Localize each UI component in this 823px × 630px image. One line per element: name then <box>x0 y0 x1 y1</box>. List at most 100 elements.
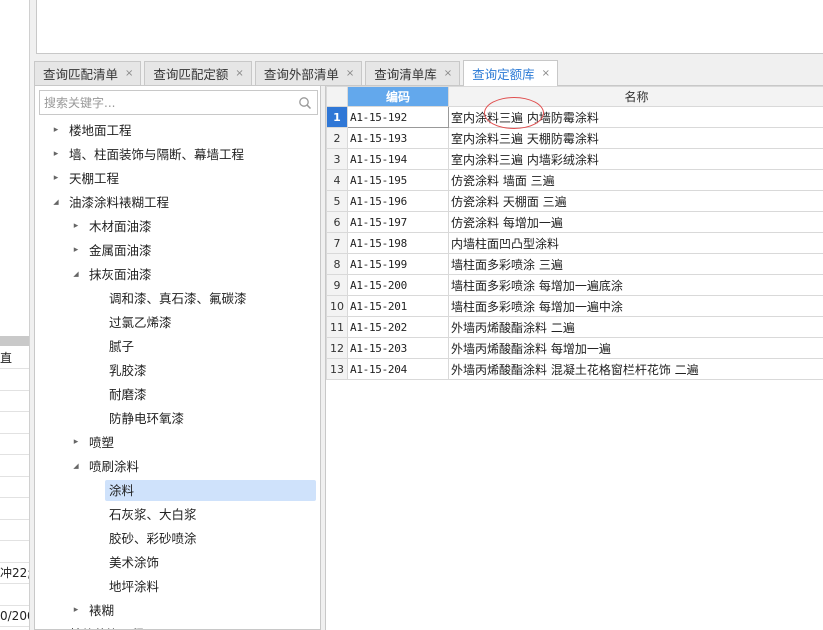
column-header-name[interactable]: 名称 <box>448 86 823 107</box>
chevron-right-icon[interactable]: ▸ <box>71 605 81 615</box>
cell-name[interactable]: 室内涂料三遍 内墙彩绒涂料 <box>448 148 823 170</box>
tree-node[interactable]: ▸石灰浆、大白浆 <box>35 502 320 526</box>
tree-node[interactable]: ▸防静电环氧漆 <box>35 406 320 430</box>
tree-node-label: 地坪涂料 <box>109 578 160 594</box>
cell-name[interactable]: 室内涂料三遍 天棚防霉涂料 <box>448 127 823 149</box>
search-icon[interactable] <box>298 96 312 110</box>
tab-1[interactable]: 查询匹配清单 × <box>34 61 142 85</box>
tree-node[interactable]: ◢ 抹灰面油漆 <box>35 262 320 286</box>
tree-node[interactable]: ▸腻子 <box>35 334 320 358</box>
column-header-code[interactable]: 编码 <box>347 86 449 107</box>
cell-name[interactable]: 墙柱面多彩喷涂 每增加一遍底涂 <box>448 274 823 296</box>
row-number: 2 <box>326 127 348 149</box>
tree-node[interactable]: ▸美术涂饰 <box>35 550 320 574</box>
cell-code[interactable]: A1-15-204 <box>347 358 449 380</box>
table-row[interactable]: 6 A1-15-197 仿瓷涂料 每增加一遍 <box>326 211 823 233</box>
cell-code[interactable]: A1-15-199 <box>347 253 449 275</box>
chevron-down-icon[interactable]: ◢ <box>51 197 61 207</box>
row-number: 8 <box>326 253 348 275</box>
cell-code[interactable]: A1-15-200 <box>347 274 449 296</box>
tree-node[interactable]: ▸地坪涂料 <box>35 574 320 598</box>
cell-name[interactable]: 内墙柱面凹凸型涂料 <box>448 232 823 254</box>
table-row[interactable]: 8 A1-15-199 墙柱面多彩喷涂 三遍 <box>326 253 823 275</box>
cell-code[interactable]: A1-15-201 <box>347 295 449 317</box>
close-icon[interactable]: × <box>444 68 452 79</box>
table-row[interactable]: 9 A1-15-200 墙柱面多彩喷涂 每增加一遍底涂 <box>326 274 823 296</box>
tree-node[interactable]: ▸ 裱糊 <box>35 598 320 622</box>
tree-node[interactable]: ▸过氯乙烯漆 <box>35 310 320 334</box>
cell-name[interactable]: 仿瓷涂料 每增加一遍 <box>448 211 823 233</box>
close-icon[interactable]: × <box>235 68 243 79</box>
cell-name[interactable]: 室内涂料三遍 内墙防霉涂料 <box>448 106 823 128</box>
left-properties-panel: 直冲22;3 0/200 <box>0 0 30 630</box>
search-input[interactable] <box>40 91 290 114</box>
chevron-right-icon[interactable]: ▸ <box>71 437 81 447</box>
close-icon[interactable]: × <box>125 68 133 79</box>
cell-name[interactable]: 外墙丙烯酸酯涂料 混凝土花格窗栏杆花饰 二遍 <box>448 358 823 380</box>
cell-name[interactable]: 仿瓷涂料 天棚面 三遍 <box>448 190 823 212</box>
chevron-right-icon[interactable]: ▸ <box>71 245 81 255</box>
tab-2[interactable]: 查询匹配定额 × <box>144 61 252 85</box>
cell-name[interactable]: 仿瓷涂料 墙面 三遍 <box>448 169 823 191</box>
tree-node-label: 耐磨漆 <box>109 386 147 402</box>
left-panel-row <box>0 499 29 520</box>
close-icon[interactable]: × <box>346 68 354 79</box>
tab-4[interactable]: 查询清单库 × <box>365 61 461 85</box>
chevron-down-icon[interactable]: ◢ <box>71 269 81 279</box>
table-row[interactable]: 4 A1-15-195 仿瓷涂料 墙面 三遍 <box>326 169 823 191</box>
cell-name[interactable]: 墙柱面多彩喷涂 每增加一遍中涂 <box>448 295 823 317</box>
cell-name[interactable]: 外墙丙烯酸酯涂料 二遍 <box>448 316 823 338</box>
tree-node[interactable]: ◢ 喷刷涂料 <box>35 454 320 478</box>
row-number: 3 <box>326 148 348 170</box>
tree-node[interactable]: ▸ 木材面油漆 <box>35 214 320 238</box>
table-row[interactable]: 2 A1-15-193 室内涂料三遍 天棚防霉涂料 <box>326 127 823 149</box>
row-number: 13 <box>326 358 348 380</box>
table-row[interactable]: 13 A1-15-204 外墙丙烯酸酯涂料 混凝土花格窗栏杆花饰 二遍 <box>326 358 823 380</box>
left-panel-row: 直 <box>0 348 29 369</box>
table-row[interactable]: 3 A1-15-194 室内涂料三遍 内墙彩绒涂料 <box>326 148 823 170</box>
cell-code[interactable]: A1-15-194 <box>347 148 449 170</box>
left-panel-row <box>0 477 29 498</box>
table-row[interactable]: 10 A1-15-201 墙柱面多彩喷涂 每增加一遍中涂 <box>326 295 823 317</box>
close-icon[interactable]: × <box>542 68 550 79</box>
table-row[interactable]: 11 A1-15-202 外墙丙烯酸酯涂料 二遍 <box>326 316 823 338</box>
tree-node[interactable]: ▸涂料 <box>35 478 320 502</box>
table-row[interactable]: 1 A1-15-192 室内涂料三遍 内墙防霉涂料 <box>326 106 823 128</box>
table-row[interactable]: 7 A1-15-198 内墙柱面凹凸型涂料 <box>326 232 823 254</box>
tree-node-label: 油漆涂料裱糊工程 <box>69 194 170 210</box>
table-row[interactable]: 5 A1-15-196 仿瓷涂料 天棚面 三遍 <box>326 190 823 212</box>
tree-node[interactable]: ▸胶砂、彩砂喷涂 <box>35 526 320 550</box>
tree-node[interactable]: ▸ 楼地面工程 <box>35 118 320 142</box>
chevron-down-icon[interactable]: ◢ <box>71 461 81 471</box>
tab-5[interactable]: 查询定额库 × <box>463 60 559 86</box>
tab-bar: 查询匹配清单 × 查询匹配定额 × 查询外部清单 × 查询清单库 × 查询定额库 × <box>34 60 823 86</box>
chevron-right-icon[interactable]: ▸ <box>51 125 61 135</box>
row-number-header <box>326 86 348 107</box>
tree-node[interactable]: ▸ 天棚工程 <box>35 166 320 190</box>
cell-code[interactable]: A1-15-198 <box>347 232 449 254</box>
cell-name[interactable]: 墙柱面多彩喷涂 三遍 <box>448 253 823 275</box>
tree-node[interactable]: ▸调和漆、真石漆、氟碳漆 <box>35 286 320 310</box>
cell-code[interactable]: A1-15-203 <box>347 337 449 359</box>
tree-node[interactable]: ▸乳胶漆 <box>35 358 320 382</box>
cell-code[interactable]: A1-15-193 <box>347 127 449 149</box>
tree-node[interactable]: ▸ 喷塑 <box>35 430 320 454</box>
cell-code[interactable]: A1-15-195 <box>347 169 449 191</box>
tree-node[interactable]: ▸ 墙、柱面装饰与隔断、幕墙工程 <box>35 142 320 166</box>
table-row[interactable]: 12 A1-15-203 外墙丙烯酸酯涂料 每增加一遍 <box>326 337 823 359</box>
chevron-right-icon[interactable]: ▸ <box>51 149 61 159</box>
tree-node[interactable]: ▸耐磨漆 <box>35 382 320 406</box>
tree-node[interactable]: ▸其他装饰工程 <box>35 622 320 630</box>
tree-node[interactable]: ▸ 金属面油漆 <box>35 238 320 262</box>
cell-name[interactable]: 外墙丙烯酸酯涂料 每增加一遍 <box>448 337 823 359</box>
cell-code[interactable]: A1-15-192 <box>347 106 449 128</box>
tree-node-label: 喷塑 <box>89 434 115 450</box>
cell-code[interactable]: A1-15-196 <box>347 190 449 212</box>
row-number: 6 <box>326 211 348 233</box>
tree-node[interactable]: ◢ 油漆涂料裱糊工程 <box>35 190 320 214</box>
cell-code[interactable]: A1-15-202 <box>347 316 449 338</box>
cell-code[interactable]: A1-15-197 <box>347 211 449 233</box>
chevron-right-icon[interactable]: ▸ <box>51 173 61 183</box>
tab-3[interactable]: 查询外部清单 × <box>254 61 363 85</box>
chevron-right-icon[interactable]: ▸ <box>71 221 81 231</box>
